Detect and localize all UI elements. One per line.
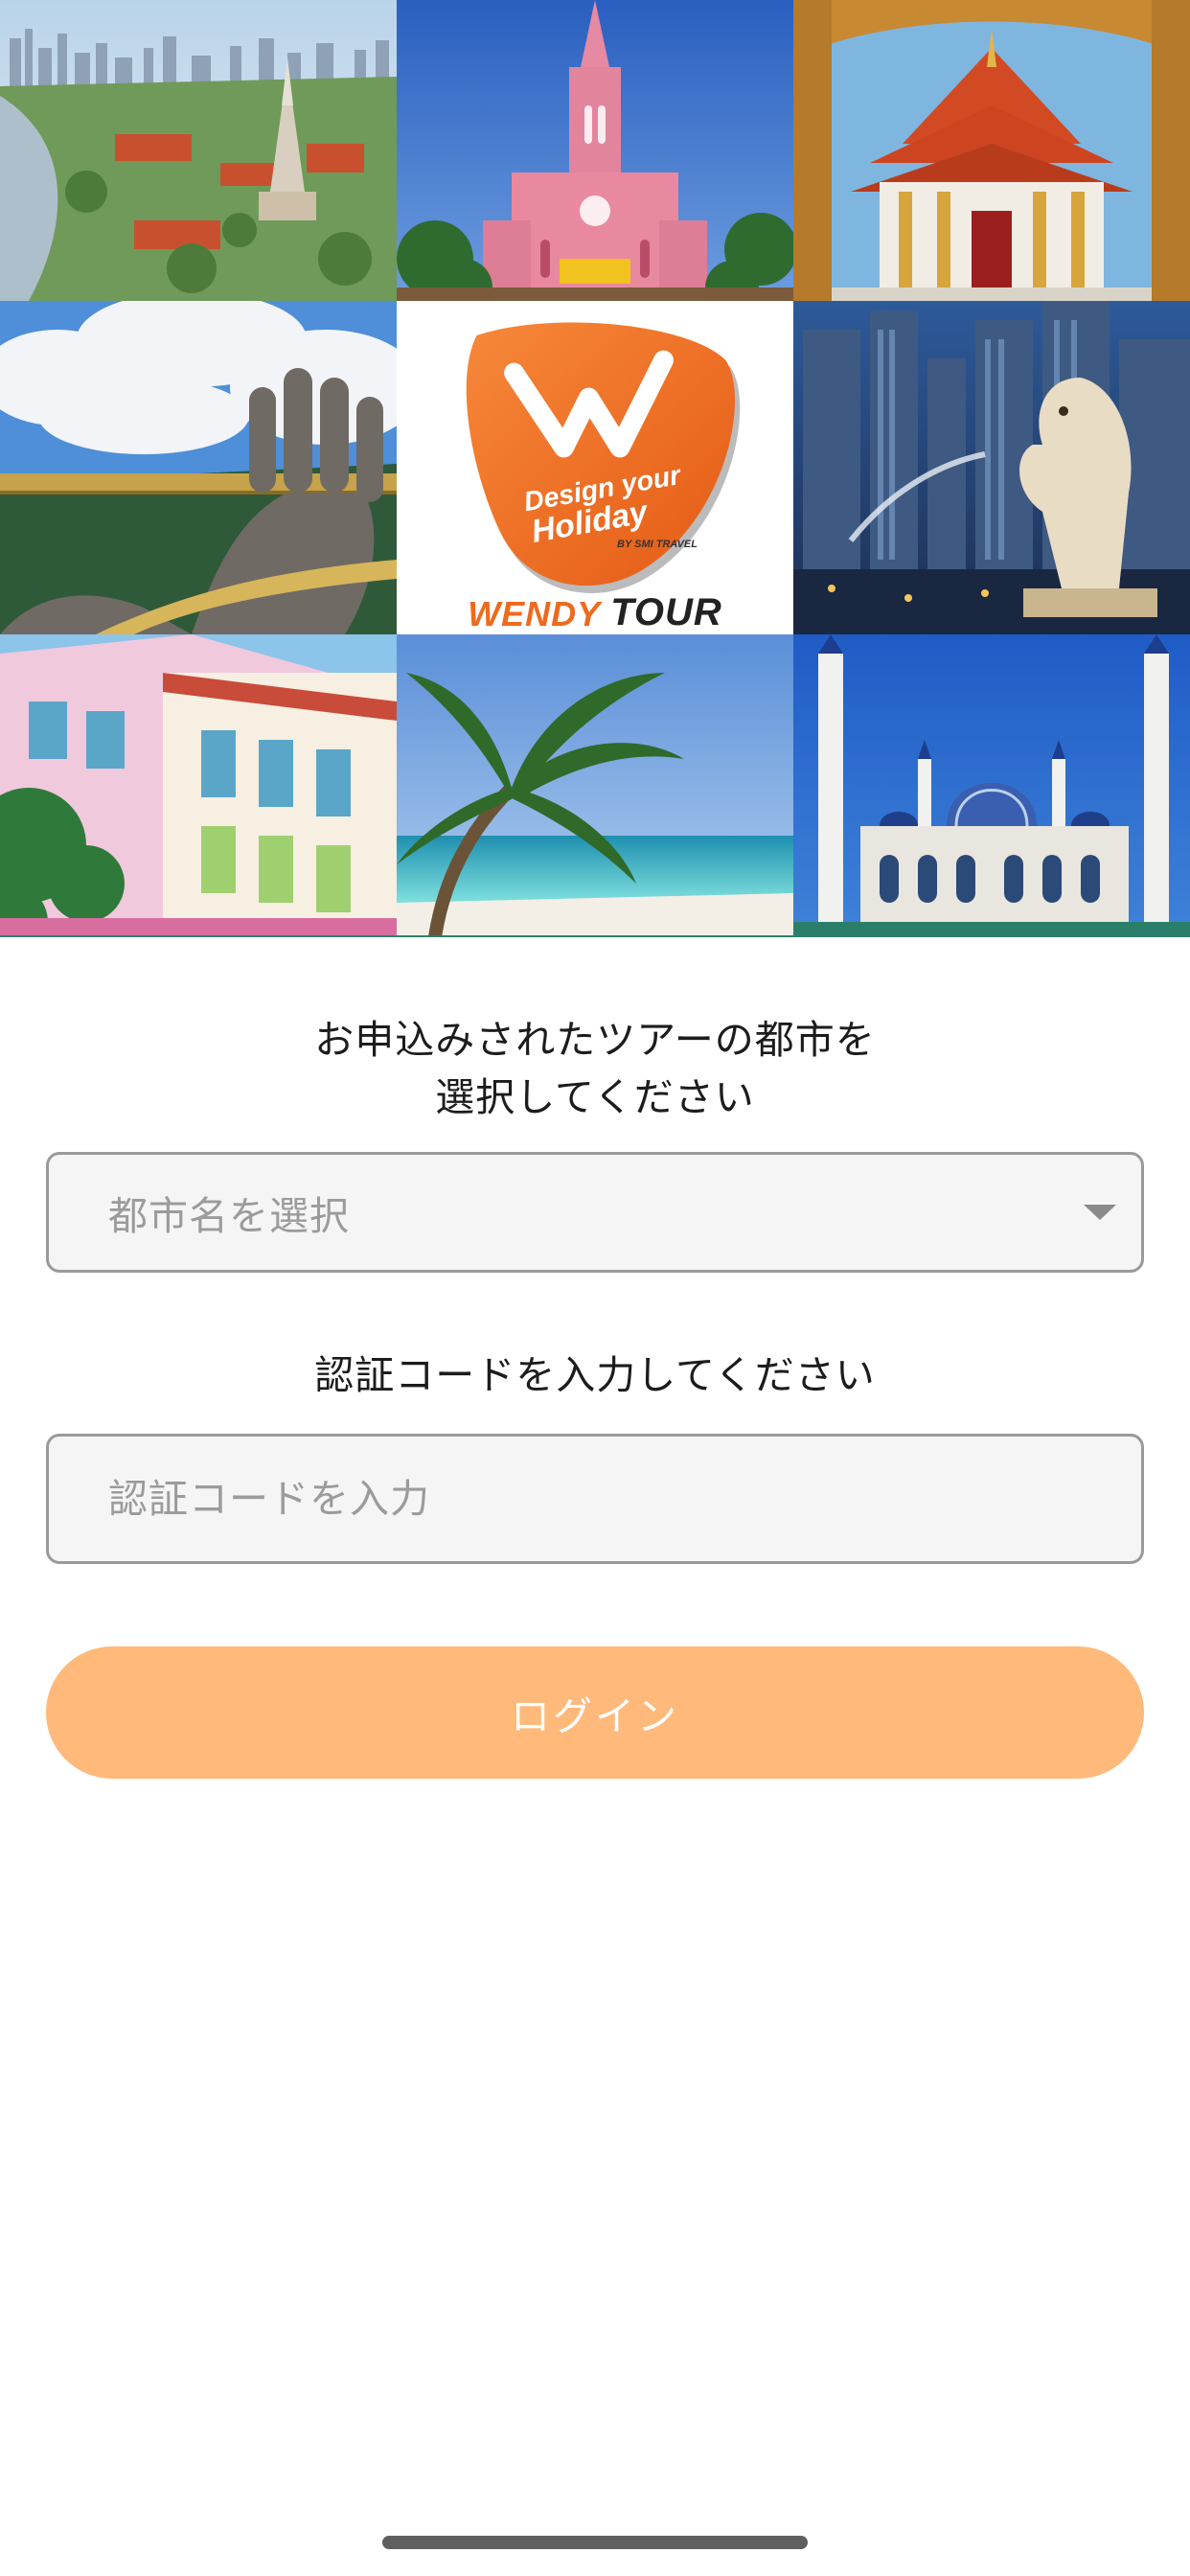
palm-beach-photo	[397, 634, 793, 935]
city-prompt-line2: 選択してください	[435, 1074, 755, 1120]
city-select[interactable]: 都市名を選択	[46, 1152, 1144, 1273]
chevron-down-icon[interactable]	[1084, 1205, 1116, 1220]
home-indicator[interactable]	[382, 2536, 808, 2549]
blue-mosque-photo	[793, 634, 1190, 935]
logo-byline: BY SMI TRAVEL	[617, 539, 698, 550]
login-button[interactable]: ログイン	[46, 1646, 1144, 1779]
thai-temple-photo	[793, 0, 1190, 301]
golden-bridge-hands-photo	[0, 301, 397, 634]
auth-code-input[interactable]	[49, 1437, 1141, 1561]
logo-word-tour: TOUR	[610, 591, 722, 633]
bangkok-skyline-photo	[0, 0, 397, 301]
pink-cathedral-photo	[397, 0, 793, 301]
city-prompt-line1: お申込みされたツアーの都市を	[314, 1017, 876, 1063]
code-prompt: 認証コードを入力してください	[314, 1352, 876, 1398]
auth-code-field	[46, 1434, 1144, 1564]
city-select-placeholder: 都市名を選択	[108, 1193, 350, 1239]
wendy-tour-logo: Design your Holiday BY SMI TRAVEL WENDY …	[397, 301, 793, 634]
logo-word-wendy: WENDY	[468, 594, 602, 633]
city-prompt: お申込みされたツアーの都市を 選択してください	[46, 1011, 1144, 1126]
merlion-photo	[793, 301, 1190, 634]
login-screen: Design your Holiday BY SMI TRAVEL WENDY …	[0, 0, 1190, 2576]
destination-collage: Design your Holiday BY SMI TRAVEL WENDY …	[0, 0, 1190, 937]
colorful-shophouses-photo	[0, 634, 397, 935]
logo-shield-icon: Design your Holiday	[466, 322, 741, 593]
logo-wordmark: WENDY TOUR	[468, 591, 722, 634]
